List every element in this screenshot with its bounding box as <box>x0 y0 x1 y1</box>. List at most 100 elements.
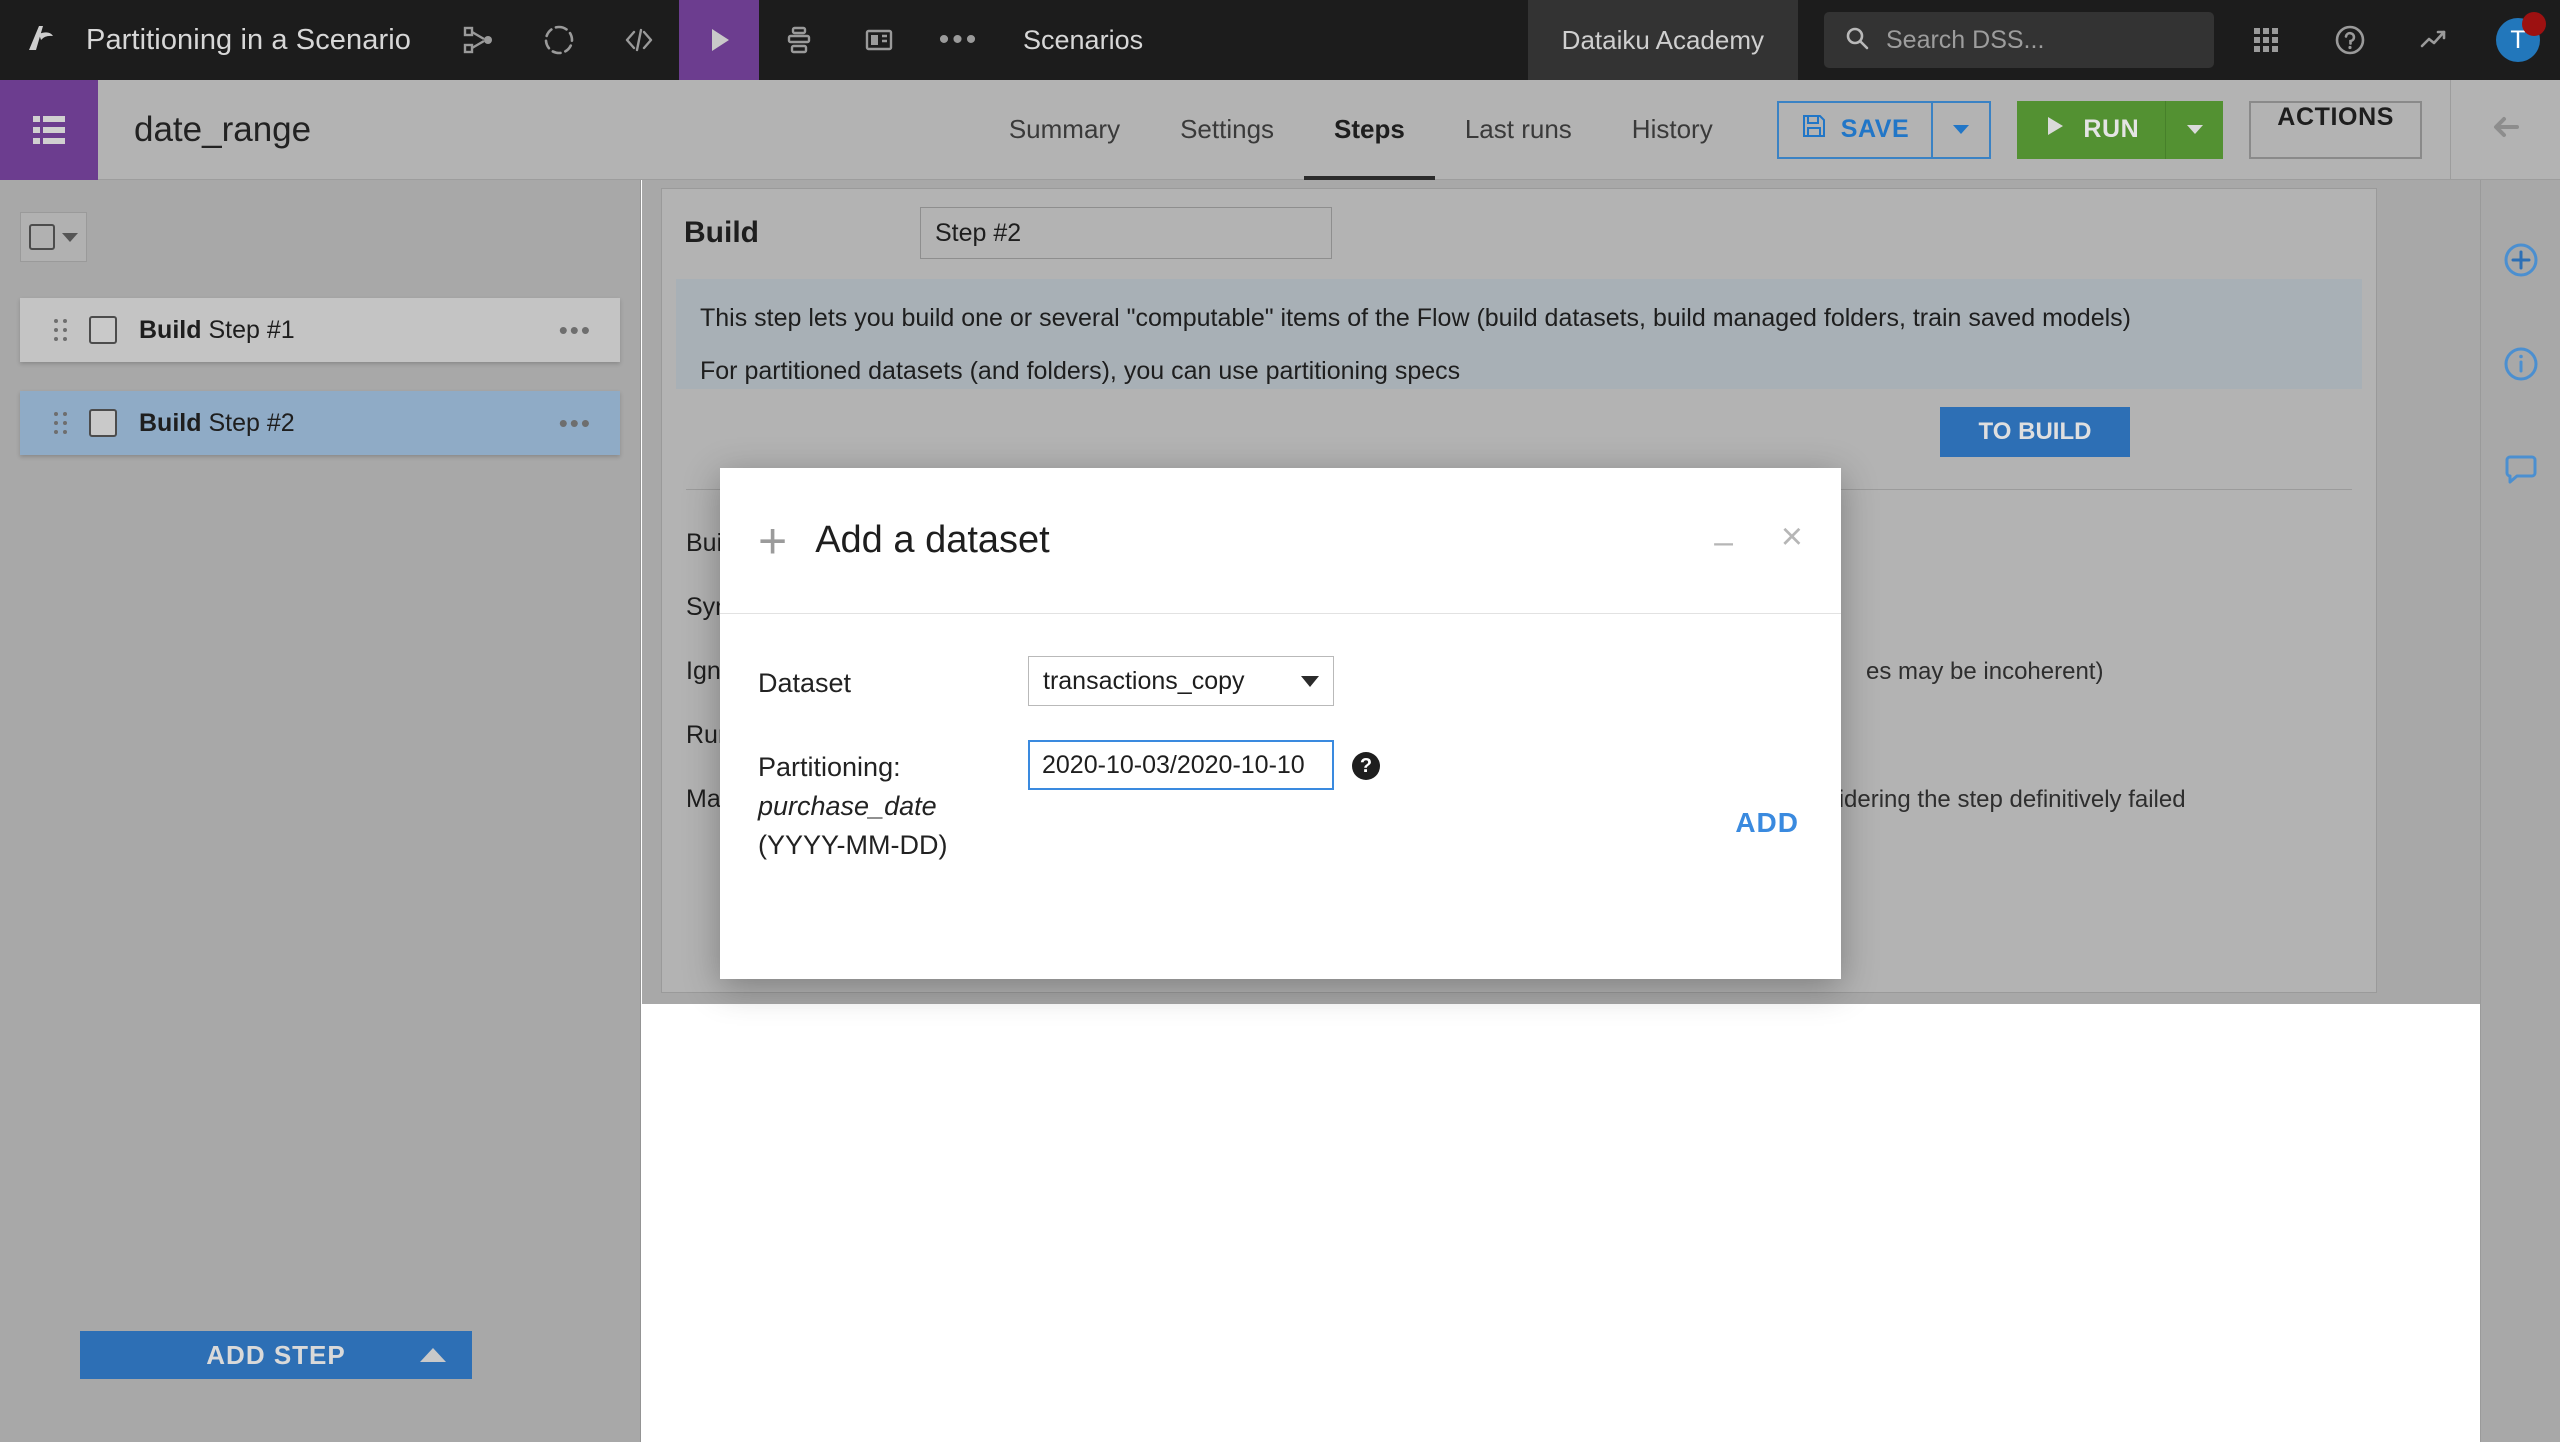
list-item-label: Build Step #1 <box>139 316 295 345</box>
run-button-label: RUN <box>2083 115 2139 144</box>
step-more-icon[interactable]: ••• <box>559 418 592 428</box>
card-header: Build <box>662 189 2376 279</box>
dashboards-icon[interactable] <box>839 0 919 80</box>
add-plus-circle-icon[interactable] <box>2481 220 2560 300</box>
save-button-group: SAVE <box>1777 101 1992 159</box>
more-dots-glyph: ••• <box>939 35 980 45</box>
chevron-down-icon <box>2187 125 2203 134</box>
search-input[interactable] <box>1886 26 2194 55</box>
header-action-group: SAVE RUN ACTIONS <box>1777 101 2422 159</box>
right-tool-rail <box>2480 180 2560 1442</box>
modal-add-button[interactable]: ADD <box>1735 807 1799 839</box>
flow-icon[interactable] <box>439 0 519 80</box>
trend-up-icon[interactable] <box>2392 0 2476 80</box>
partitioning-label: Partitioning: purchase_date (YYYY-MM-DD) <box>758 740 1028 865</box>
partitioning-input[interactable] <box>1028 740 1334 790</box>
actions-button[interactable]: ACTIONS <box>2249 101 2422 159</box>
arrow-left-icon <box>2487 108 2525 151</box>
option-hint: es may be incoherent) <box>1866 658 2103 686</box>
app-root: Partitioning in a Scenario <box>0 0 2560 1442</box>
dataset-label: Dataset <box>758 656 1028 703</box>
step-type: Build <box>139 316 202 344</box>
list-item-label: Build Step #2 <box>139 409 295 438</box>
project-title: Partitioning in a Scenario <box>86 24 411 57</box>
drag-handle-icon[interactable] <box>54 319 67 341</box>
play-triangle-icon <box>2043 114 2067 145</box>
step-name: Step #1 <box>202 316 295 344</box>
drag-handle-icon[interactable] <box>54 412 67 434</box>
lab-icon[interactable] <box>519 0 599 80</box>
info-line-2: For partitioned datasets (and folders), … <box>700 352 2338 391</box>
notification-badge <box>2522 12 2546 36</box>
code-icon[interactable] <box>599 0 679 80</box>
chevron-up-icon <box>420 1348 446 1362</box>
avatar[interactable]: T <box>2476 0 2560 80</box>
search-box[interactable] <box>1824 12 2214 68</box>
tab-history[interactable]: History <box>1602 80 1743 180</box>
add-step-label: ADD STEP <box>206 1340 345 1371</box>
modal-title: Add a dataset <box>815 519 1050 562</box>
top-navigation-bar: Partitioning in a Scenario <box>0 0 2560 80</box>
step-more-icon[interactable]: ••• <box>559 325 592 335</box>
page-title: date_range <box>134 110 311 150</box>
info-box: This step lets you build one or several … <box>676 279 2362 389</box>
list-item[interactable]: Build Step #2 ••• <box>20 391 620 455</box>
select-all-control[interactable] <box>20 212 87 262</box>
scenario-tabs: Summary Settings Steps Last runs History <box>979 80 1743 180</box>
plus-icon: + <box>758 521 787 561</box>
tab-settings[interactable]: Settings <box>1150 80 1304 180</box>
step-name: Step #2 <box>202 409 295 437</box>
save-button[interactable]: SAVE <box>1777 101 1934 159</box>
add-step-button[interactable]: ADD STEP <box>80 1331 472 1379</box>
jobs-icon[interactable] <box>759 0 839 80</box>
step-name-input[interactable] <box>920 207 1332 259</box>
option-hint: considering the step definitively failed <box>1788 786 2186 814</box>
scenarios-play-icon[interactable] <box>679 0 759 80</box>
modal-body: Dataset transactions_copy Partitioning: … <box>720 614 1841 865</box>
info-line-1: This step lets you build one or several … <box>700 299 2338 338</box>
steps-sidebar: Build Step #1 ••• Build Step #2 ••• ADD … <box>0 180 641 1442</box>
scenario-list-icon <box>0 80 98 180</box>
help-question-icon[interactable]: ? <box>1352 752 1380 780</box>
more-dots-icon[interactable]: ••• <box>919 0 999 80</box>
chevron-down-icon[interactable] <box>62 233 78 242</box>
dataset-select-value: transactions_copy <box>1043 667 1245 696</box>
minimize-icon[interactable]: – <box>1714 532 1733 552</box>
chevron-down-icon <box>1301 676 1319 687</box>
tab-steps[interactable]: Steps <box>1304 80 1435 180</box>
apps-grid-icon[interactable] <box>2224 0 2308 80</box>
step-list: Build Step #1 ••• Build Step #2 ••• <box>20 298 620 484</box>
chat-bubble-icon[interactable] <box>2481 428 2560 508</box>
run-dropdown-button[interactable] <box>2165 101 2223 159</box>
close-icon[interactable]: × <box>1781 520 1803 554</box>
step-checkbox[interactable] <box>89 316 117 344</box>
list-item[interactable]: Build Step #1 ••• <box>20 298 620 362</box>
empty-content-area <box>642 1004 2480 1442</box>
select-all-checkbox[interactable] <box>29 224 55 250</box>
step-type: Build <box>139 409 202 437</box>
dataiku-logo-icon[interactable] <box>0 0 86 80</box>
dataset-field-row: Dataset transactions_copy <box>758 656 1803 706</box>
dataset-select[interactable]: transactions_copy <box>1028 656 1334 706</box>
save-dropdown-button[interactable] <box>1933 101 1991 159</box>
partitioning-field-row: Partitioning: purchase_date (YYYY-MM-DD)… <box>758 740 1803 865</box>
nav-icon-group: ••• <box>439 0 999 80</box>
instance-label[interactable]: Dataiku Academy <box>1528 0 1798 80</box>
card-title: Build <box>684 216 759 250</box>
top-right-icon-group: T <box>2224 0 2560 80</box>
run-button[interactable]: RUN <box>2017 101 2165 159</box>
run-button-group: RUN <box>2017 101 2223 159</box>
scenario-header: date_range Summary Settings Steps Last r… <box>0 80 2560 180</box>
modal-header: + Add a dataset – × <box>720 468 1841 614</box>
partitioning-field-name: purchase_date <box>758 791 937 821</box>
tab-summary[interactable]: Summary <box>979 80 1150 180</box>
to-build-button[interactable]: TO BUILD <box>1940 407 2130 457</box>
tab-last-runs[interactable]: Last runs <box>1435 80 1602 180</box>
chevron-down-icon <box>1953 125 1969 134</box>
info-circle-icon[interactable] <box>2481 324 2560 404</box>
floppy-disk-icon <box>1801 113 1827 146</box>
collapse-panel-button[interactable] <box>2450 80 2560 180</box>
step-checkbox[interactable] <box>89 409 117 437</box>
help-circle-icon[interactable] <box>2308 0 2392 80</box>
add-dataset-modal: + Add a dataset – × Dataset transactions… <box>720 468 1841 979</box>
